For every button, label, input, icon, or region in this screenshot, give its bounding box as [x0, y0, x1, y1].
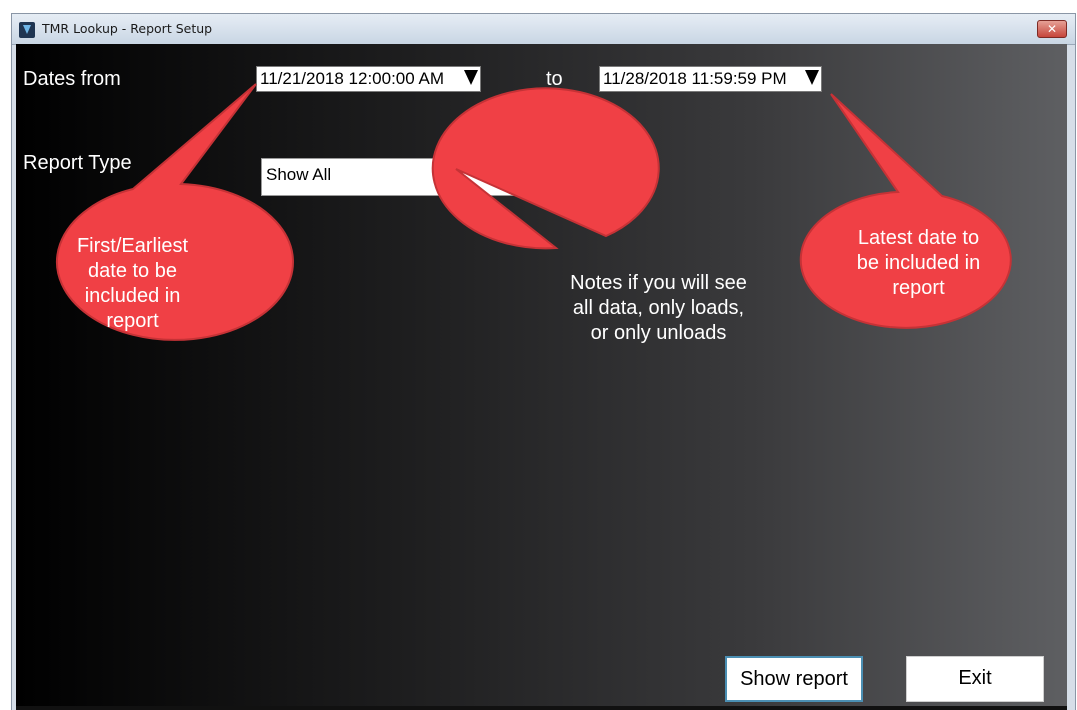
window-title: TMR Lookup - Report Setup: [42, 21, 213, 36]
app-window: TMR Lookup - Report Setup ✕ Dates from 1…: [12, 14, 1075, 710]
callout-report-type-shape: [431, 87, 660, 250]
app-icon: [19, 22, 35, 38]
title-bar[interactable]: TMR Lookup - Report Setup ✕: [12, 14, 1075, 45]
callout-layer: [55, 83, 1012, 341]
report-setup-panel: Dates from 11/21/2018 12:00:00 AM to 11/…: [16, 44, 1067, 710]
callout-latest-date-text: Latest date to be included in report: [856, 227, 981, 299]
callout-first-date-text: First/Earliest date to be included in re…: [76, 235, 189, 332]
show-report-button[interactable]: Show report: [725, 656, 863, 702]
close-button[interactable]: ✕: [1037, 20, 1067, 38]
close-icon: ✕: [1046, 22, 1058, 36]
bottom-edge: [16, 706, 1067, 710]
callout-report-type-text: Notes if you will see all data, only loa…: [570, 272, 747, 344]
exit-button[interactable]: Exit: [906, 656, 1044, 702]
